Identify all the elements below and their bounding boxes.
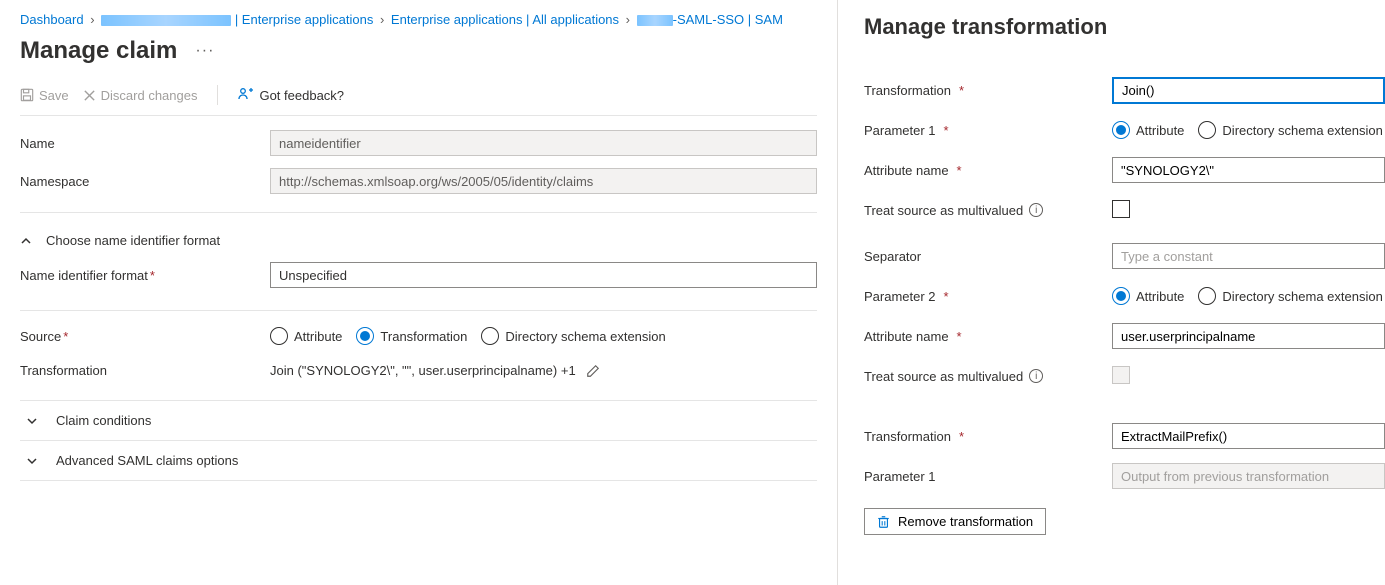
source-radio-transformation[interactable]: Transformation	[356, 327, 467, 345]
page-title: Manage claim	[20, 37, 177, 65]
toolbar-divider	[217, 85, 218, 105]
param1b-input	[1112, 463, 1385, 489]
param2-label: Parameter 2	[864, 289, 936, 304]
breadcrumb-app[interactable]: -SAML-SSO | SAM	[637, 12, 783, 27]
separator-input[interactable]	[1112, 243, 1385, 269]
discard-label: Discard changes	[101, 88, 198, 103]
breadcrumb-dashboard[interactable]: Dashboard	[20, 12, 84, 27]
radio-icon	[481, 327, 499, 345]
radio-selected-icon	[356, 327, 374, 345]
transformation-label: Transformation	[864, 83, 951, 98]
radio-icon	[1198, 287, 1216, 305]
transformation-input[interactable]	[1112, 77, 1385, 104]
transformation-summary: Join ("SYNOLOGY2\", "", user.userprincip…	[270, 363, 576, 378]
transformation2-label: Transformation	[864, 429, 951, 444]
breadcrumb: Dashboard › | Enterprise applications › …	[20, 12, 817, 27]
param1-radio-dse[interactable]: Directory schema extension	[1198, 121, 1382, 139]
attr-name-input-2[interactable]	[1112, 323, 1385, 349]
remove-transformation-button[interactable]: Remove transformation	[864, 508, 1046, 535]
transformation-label: Transformation	[20, 363, 270, 378]
trash-icon	[877, 515, 890, 529]
namespace-label: Namespace	[20, 174, 270, 189]
treat-multi-label: Treat source as multivalued	[864, 203, 1023, 218]
panel-title: Manage transformation	[864, 14, 1385, 40]
param2-radio-attribute[interactable]: Attribute	[1112, 287, 1184, 305]
info-icon[interactable]: i	[1029, 369, 1043, 383]
discard-button[interactable]: Discard changes	[83, 88, 198, 103]
separator-label: Separator	[864, 249, 921, 264]
radio-icon	[270, 327, 288, 345]
save-icon	[20, 88, 34, 102]
param1-radio-attribute[interactable]: Attribute	[1112, 121, 1184, 139]
name-label: Name	[20, 136, 270, 151]
info-icon[interactable]: i	[1029, 203, 1043, 217]
source-radio-group: Attribute Transformation Directory schem…	[270, 327, 666, 345]
feedback-button[interactable]: Got feedback?	[238, 87, 344, 103]
chevron-up-icon	[20, 235, 32, 247]
treat-multi-checkbox-1[interactable]	[1112, 200, 1130, 218]
main-content: Dashboard › | Enterprise applications › …	[0, 0, 838, 585]
advanced-saml-expander[interactable]: Advanced SAML claims options	[20, 441, 817, 481]
param1b-label: Parameter 1	[864, 469, 936, 484]
claim-conditions-expander[interactable]: Claim conditions	[20, 401, 817, 441]
close-icon	[83, 89, 96, 102]
attr-name-label: Attribute name	[864, 163, 949, 178]
manage-transformation-panel: Manage transformation Transformation* Pa…	[838, 0, 1385, 585]
choose-nif-label: Choose name identifier format	[46, 233, 220, 248]
breadcrumb-all-apps[interactable]: Enterprise applications | All applicatio…	[391, 12, 619, 27]
treat-multi-checkbox-2	[1112, 366, 1130, 384]
attr-name-input-1[interactable]	[1112, 157, 1385, 183]
radio-selected-icon	[1112, 287, 1130, 305]
more-actions-icon[interactable]: ···	[195, 42, 214, 60]
chevron-down-icon	[26, 455, 38, 467]
source-radio-attribute[interactable]: Attribute	[270, 327, 342, 345]
treat-multi-label-2: Treat source as multivalued	[864, 369, 1023, 384]
transformation2-input[interactable]	[1112, 423, 1385, 449]
param2-radio-dse[interactable]: Directory schema extension	[1198, 287, 1382, 305]
name-input[interactable]	[270, 130, 817, 156]
nif-label: Name identifier format*	[20, 268, 270, 283]
remove-label: Remove transformation	[898, 514, 1033, 529]
source-label: Source*	[20, 329, 270, 344]
namespace-input[interactable]	[270, 168, 817, 194]
chevron-down-icon	[26, 415, 38, 427]
save-button[interactable]: Save	[20, 88, 69, 103]
attr-name-label-2: Attribute name	[864, 329, 949, 344]
breadcrumb-tenant[interactable]: | Enterprise applications	[101, 12, 373, 27]
save-label: Save	[39, 88, 69, 103]
radio-icon	[1198, 121, 1216, 139]
radio-selected-icon	[1112, 121, 1130, 139]
choose-nif-toggle[interactable]: Choose name identifier format	[20, 233, 817, 248]
feedback-icon	[238, 87, 254, 103]
command-bar: Save Discard changes Got feedback?	[20, 85, 817, 105]
source-radio-dse[interactable]: Directory schema extension	[481, 327, 665, 345]
param1-label: Parameter 1	[864, 123, 936, 138]
pencil-icon[interactable]	[586, 364, 600, 378]
feedback-label: Got feedback?	[259, 88, 344, 103]
nif-input[interactable]	[270, 262, 817, 288]
